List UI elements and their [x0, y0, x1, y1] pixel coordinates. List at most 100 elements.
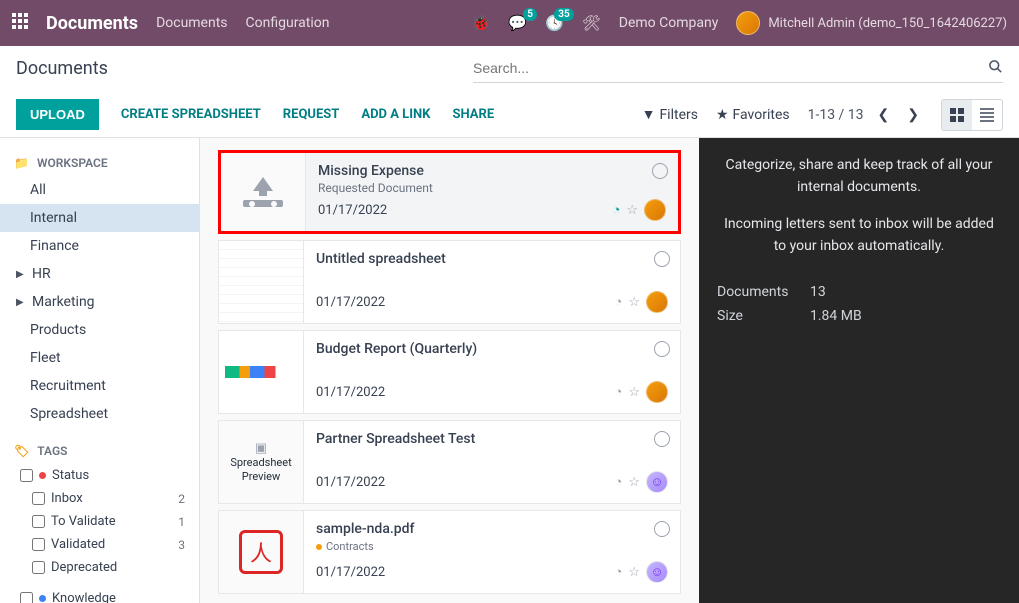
list-view-icon[interactable]	[972, 100, 1002, 130]
user-menu[interactable]: Mitchell Admin (demo_150_1642406227)	[736, 11, 1007, 35]
nav-configuration[interactable]: Configuration	[246, 15, 330, 31]
star-icon[interactable]: ☆	[628, 475, 640, 490]
clock-icon[interactable]: ◔	[614, 564, 622, 580]
topbar: Documents Documents Configuration 🐞 💬5 🕓…	[0, 0, 1019, 46]
brand[interactable]: Documents	[46, 13, 138, 34]
folder-icon: 📁	[14, 156, 29, 170]
bug-icon[interactable]: 🐞	[472, 14, 491, 32]
clock-icon[interactable]: ◔	[612, 202, 620, 218]
pager-next-icon[interactable]: ❯	[903, 105, 923, 125]
search-field[interactable]	[473, 55, 1003, 83]
apps-icon[interactable]	[12, 13, 28, 33]
checkbox[interactable]	[20, 469, 33, 482]
checkbox[interactable]	[32, 515, 45, 528]
select-circle[interactable]	[652, 163, 668, 179]
clock-icon[interactable]: ◔	[614, 474, 622, 490]
tag-to-validate[interactable]: To Validate1	[0, 510, 199, 533]
doc-title: sample-nda.pdf	[316, 521, 668, 537]
favorites-button[interactable]: ★ Favorites	[716, 107, 790, 123]
chat-icon[interactable]: 💬5	[508, 14, 527, 32]
clock-icon[interactable]: ◔	[614, 384, 622, 400]
sidebar-item-recruitment[interactable]: Recruitment	[0, 372, 199, 400]
select-circle[interactable]	[654, 521, 670, 537]
nav-documents[interactable]: Documents	[156, 15, 227, 31]
tag-validated[interactable]: Validated3	[0, 533, 199, 556]
checkbox[interactable]	[20, 592, 33, 603]
tag-group-status[interactable]: Status	[0, 464, 199, 487]
pager-text[interactable]: 1-13 / 13	[808, 107, 864, 123]
sidebar-item-finance[interactable]: Finance	[0, 232, 199, 260]
chat-badge: 5	[523, 8, 537, 21]
doc-title: Partner Spreadsheet Test	[316, 431, 668, 447]
doc-thumbnail	[219, 331, 304, 413]
toolbar: UPLOAD CREATE SPREADSHEET REQUEST ADD A …	[0, 92, 1019, 138]
owner-avatar-icon	[646, 291, 668, 313]
info-message-1: Categorize, share and keep track of all …	[717, 154, 1001, 199]
breadcrumb-title[interactable]: Documents	[16, 58, 108, 79]
share-button[interactable]: SHARE	[452, 107, 494, 122]
owner-avatar-icon: ☺	[646, 561, 668, 583]
tags-header: 🏷TAGS	[0, 438, 199, 464]
sidebar-item-hr[interactable]: ▶HR	[0, 260, 199, 288]
document-list: Missing ExpenseRequested Document01/17/2…	[200, 138, 699, 603]
document-card[interactable]: Missing ExpenseRequested Document01/17/2…	[218, 150, 681, 234]
info-message-2: Incoming letters sent to inbox will be a…	[717, 213, 1001, 258]
wrench-icon[interactable]: 🛠	[582, 14, 601, 32]
document-card[interactable]: Untitled spreadsheet01/17/2022◔☆	[218, 240, 681, 324]
star-icon[interactable]: ☆	[626, 203, 638, 218]
sidebar-item-marketing[interactable]: ▶Marketing	[0, 288, 199, 316]
pdf-icon: 人	[239, 530, 283, 574]
doc-date: 01/17/2022	[316, 475, 385, 490]
request-button[interactable]: REQUEST	[283, 107, 340, 122]
dot-icon	[39, 595, 46, 602]
clock-icon[interactable]: ◔	[614, 294, 622, 310]
doc-date: 01/17/2022	[316, 565, 385, 580]
document-card[interactable]: ▣Spreadsheet Preview Partner Spreadsheet …	[218, 420, 681, 504]
sidebar-item-fleet[interactable]: Fleet	[0, 344, 199, 372]
activity-icon[interactable]: 🕓35	[545, 14, 564, 32]
avatar-icon	[736, 11, 760, 35]
sidebar-item-internal[interactable]: Internal	[0, 204, 199, 232]
pager-prev-icon[interactable]: ❮	[874, 105, 894, 125]
doc-title: Budget Report (Quarterly)	[316, 341, 668, 357]
doc-title: Untitled spreadsheet	[316, 251, 668, 267]
sidebar-item-spreadsheet[interactable]: Spreadsheet	[0, 400, 199, 428]
kanban-view-icon[interactable]	[942, 100, 972, 130]
doc-date: 01/17/2022	[316, 385, 385, 400]
star-icon[interactable]: ☆	[628, 565, 640, 580]
search-icon[interactable]	[988, 59, 1003, 78]
select-circle[interactable]	[654, 251, 670, 267]
info-panel: Categorize, share and keep track of all …	[699, 138, 1019, 603]
size-label: Size	[717, 308, 792, 324]
upload-button[interactable]: UPLOAD	[16, 99, 99, 130]
checkbox[interactable]	[32, 561, 45, 574]
broken-image-icon: ▣	[255, 441, 267, 456]
doc-thumbnail	[221, 153, 306, 231]
search-input[interactable]	[473, 60, 988, 76]
add-link-button[interactable]: ADD A LINK	[361, 107, 430, 122]
document-card[interactable]: Budget Report (Quarterly) 01/17/2022 ◔ ☆	[218, 330, 681, 414]
star-icon[interactable]: ☆	[628, 385, 640, 400]
select-circle[interactable]	[654, 431, 670, 447]
owner-avatar-icon	[644, 199, 666, 221]
tag-group-knowledge[interactable]: Knowledge	[0, 587, 199, 603]
checkbox[interactable]	[32, 538, 45, 551]
sidebar-item-products[interactable]: Products	[0, 316, 199, 344]
document-card[interactable]: 人 sample-nda.pdf Contracts 01/17/2022 ◔ ☆ ☺	[218, 510, 681, 594]
doc-thumbnail: ▣Spreadsheet Preview	[219, 421, 304, 503]
filters-button[interactable]: ▼ Filters	[642, 106, 698, 123]
tag-deprecated[interactable]: Deprecated	[0, 556, 199, 579]
size-value: 1.84 MB	[810, 308, 862, 324]
company-name[interactable]: Demo Company	[619, 15, 719, 31]
docs-label: Documents	[717, 284, 792, 300]
controlbar: Documents	[0, 46, 1019, 92]
sidebar-item-all[interactable]: All	[0, 176, 199, 204]
upload-icon	[243, 177, 283, 207]
tag-inbox[interactable]: Inbox2	[0, 487, 199, 510]
checkbox[interactable]	[32, 492, 45, 505]
create-spreadsheet-button[interactable]: CREATE SPREADSHEET	[121, 107, 261, 122]
docs-value: 13	[810, 284, 826, 300]
star-icon[interactable]: ☆	[628, 295, 640, 310]
select-circle[interactable]	[654, 341, 670, 357]
doc-tag: Contracts	[316, 540, 374, 553]
